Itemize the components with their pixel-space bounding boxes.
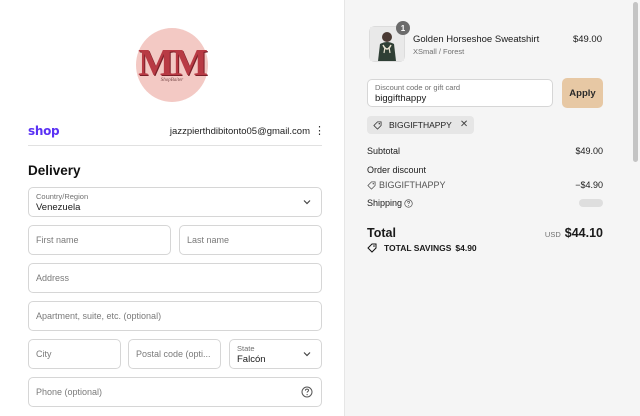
- country-label: Country/Region: [36, 192, 89, 201]
- discount-code-field[interactable]: Discount code or gift card biggifthappy: [367, 79, 553, 107]
- shipping-label: Shipping: [367, 198, 403, 208]
- last-name-placeholder: Last name: [187, 235, 230, 245]
- applied-discount-chip: BIGGIFTHAPPY ✕: [367, 116, 475, 134]
- postal-code-placeholder: Postal code (opti...: [136, 349, 211, 359]
- total-currency: USD: [544, 230, 561, 239]
- total-savings: TOTAL SAVINGS $4.90: [367, 243, 477, 253]
- chevron-down-icon: [303, 352, 311, 357]
- apartment-placeholder: Apartment, suite, etc. (optional): [36, 311, 162, 321]
- account-menu[interactable]: jazzpierthdibitonto05@gmail.com ⋮: [169, 125, 325, 137]
- address-placeholder: Address: [36, 273, 70, 283]
- address-field[interactable]: Address: [28, 263, 322, 293]
- total-row: Total USD $44.10: [367, 224, 603, 242]
- savings-value: $4.90: [455, 243, 477, 253]
- order-discount-row: Order discount: [367, 165, 603, 175]
- apartment-field[interactable]: Apartment, suite, etc. (optional): [28, 301, 322, 331]
- first-name-placeholder: First name: [36, 235, 79, 245]
- tag-icon: [367, 243, 377, 253]
- first-name-field[interactable]: First name: [28, 225, 171, 255]
- country-value: Venezuela: [36, 202, 81, 213]
- product-image: 1: [369, 21, 410, 62]
- delivery-heading: Delivery: [28, 163, 81, 178]
- account-email: jazzpierthdibitonto05@gmail.com: [169, 125, 310, 137]
- applied-discount-code: BIGGIFTHAPPY: [389, 120, 452, 130]
- kebab-icon[interactable]: ⋮: [314, 125, 325, 137]
- total-amount: $44.10: [564, 226, 603, 240]
- subtotal-row: Subtotal $49.00: [367, 146, 603, 156]
- total-amount-wrap: USD $44.10: [545, 224, 603, 242]
- discount-code-label: Discount code or gift card: [375, 83, 461, 92]
- phone-field[interactable]: Phone (optional): [28, 377, 322, 407]
- subtotal-value: $49.00: [575, 146, 603, 156]
- state-select[interactable]: State Falcón: [229, 339, 322, 369]
- order-discount-code-wrap: BIGGIFTHAPPY: [367, 180, 446, 190]
- close-icon[interactable]: ✕: [460, 120, 468, 130]
- product-price: $49.00: [572, 34, 602, 45]
- tag-icon: [367, 181, 376, 190]
- subtotal-label: Subtotal: [367, 146, 401, 156]
- shipping-loading-placeholder: [579, 199, 603, 208]
- apply-button[interactable]: Apply: [562, 78, 603, 108]
- postal-code-field[interactable]: Postal code (opti...: [128, 339, 221, 369]
- city-placeholder: City: [36, 349, 52, 359]
- product-name: Golden Horseshoe Sweatshirt: [413, 34, 540, 45]
- order-discount-code: BIGGIFTHAPPY: [379, 180, 446, 190]
- discount-code-value: biggifthappy: [375, 93, 427, 104]
- shipping-label-wrap: Shipping: [367, 198, 413, 208]
- tag-icon: [373, 120, 382, 130]
- quantity-badge: 1: [396, 21, 410, 35]
- order-summary-panel: 1 Golden Horseshoe Sweatshirt XSmall / F…: [344, 0, 640, 416]
- state-value: Falcón: [237, 354, 266, 365]
- order-discount-value: −$4.90: [575, 180, 603, 191]
- shipping-row: Shipping: [367, 198, 603, 208]
- logo-text: MM: [138, 42, 208, 84]
- state-label: State: [237, 344, 255, 353]
- shop-pay-logo: shop: [28, 124, 60, 138]
- logo-subtext: ShopBaiter: [160, 78, 184, 83]
- city-field[interactable]: City: [28, 339, 121, 369]
- last-name-field[interactable]: Last name: [179, 225, 322, 255]
- question-circle-icon[interactable]: [301, 386, 313, 398]
- savings-label: TOTAL SAVINGS: [384, 243, 452, 253]
- order-discount-label: Order discount: [367, 165, 427, 175]
- shop-account-row: shop jazzpierthdibitonto05@gmail.com ⋮: [28, 120, 325, 142]
- checkout-form-panel: MM ShopBaiter shop jazzpierthdibitonto05…: [0, 0, 344, 416]
- question-circle-icon[interactable]: [404, 199, 413, 208]
- country-select[interactable]: Country/Region Venezuela: [28, 187, 322, 217]
- chevron-down-icon: [303, 200, 311, 205]
- scrollbar[interactable]: [633, 2, 638, 162]
- phone-placeholder: Phone (optional): [36, 387, 103, 397]
- total-label: Total: [367, 226, 396, 240]
- product-variant: XSmall / Forest: [413, 47, 465, 56]
- store-logo[interactable]: MM ShopBaiter: [136, 28, 208, 102]
- order-discount-detail-row: BIGGIFTHAPPY −$4.90: [367, 180, 603, 190]
- divider: [28, 145, 322, 146]
